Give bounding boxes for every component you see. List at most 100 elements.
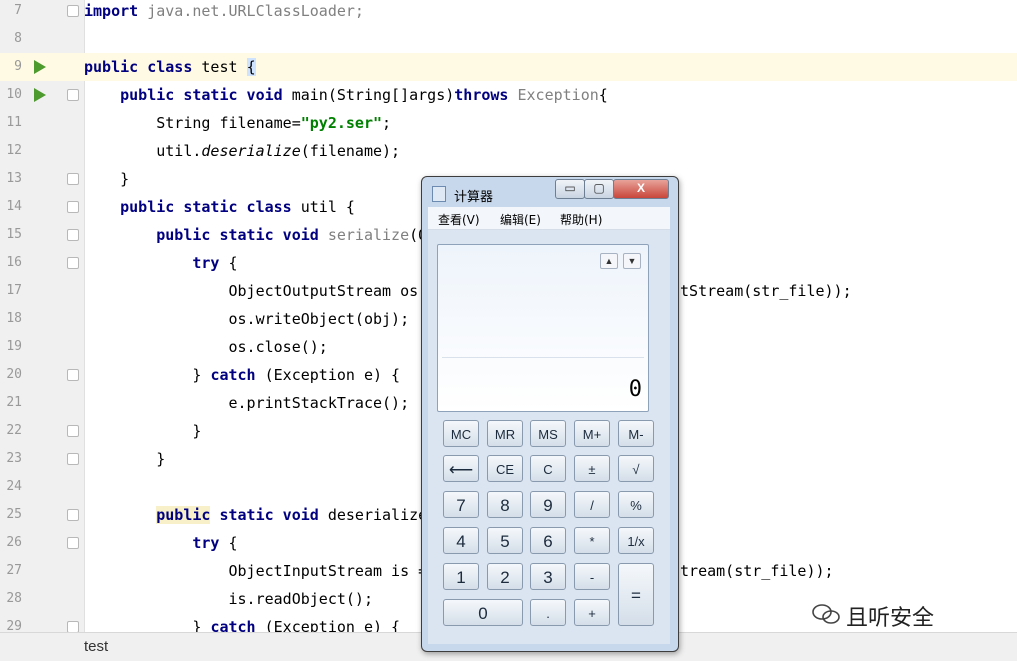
code-text: String filename="py2.ser"; [84,114,392,132]
line-number: 9 [14,59,22,74]
code-line[interactable]: 7 import java.net.URLClassLoader; [0,0,1017,25]
code-text: public static class util { [120,198,355,216]
key-plus-minus-button[interactable]: ± [574,455,610,482]
key-ce-button[interactable]: CE [487,455,523,482]
key-backspace-button[interactable]: ⟵ [443,455,479,482]
status-tab-label[interactable]: test [84,638,108,655]
key-plus-button[interactable]: + [574,599,610,626]
code-text: } [84,422,202,440]
watermark: 且听安全 [812,600,935,632]
code-text: public static void main(String[]args)thr… [120,86,608,104]
fold-icon[interactable] [67,509,79,521]
fold-icon[interactable] [67,453,79,465]
calculator-window[interactable]: 计算器 ▭ ▢ X 查看(V) 编辑(E) 帮助(H) ▲ ▼ 0 MC MR MS… [421,176,679,652]
code-text: os.writeObject(obj); [84,310,410,328]
key-6-button[interactable]: 6 [530,527,566,554]
line-number: 27 [6,563,22,578]
key-reciprocal-button[interactable]: 1/x [618,527,654,554]
line-number: 15 [6,227,22,242]
line-number: 7 [14,3,22,18]
key-0-button[interactable]: 0 [443,599,523,626]
code-line[interactable]: 10 public static void main(String[]args)… [0,81,1017,109]
close-button[interactable]: X [613,179,669,199]
key-7-button[interactable]: 7 [443,491,479,518]
code-text: util.deserialize(filename); [84,142,401,160]
watermark-text: 且听安全 [846,606,935,631]
code-text: import java.net.URLClassLoader; [84,2,364,20]
code-text: public static void deserialize [156,506,428,524]
code-line[interactable]: 12 util.deserialize(filename); [0,137,1017,165]
calculator-display: ▲ ▼ 0 [437,244,649,412]
key-divide-button[interactable]: / [574,491,610,518]
code-text: try { [192,534,238,552]
key-m-plus-button[interactable]: M+ [574,420,610,447]
line-number: 19 [6,339,22,354]
run-gutter-icon[interactable] [34,88,46,102]
key-m-minus-button[interactable]: M- [618,420,654,447]
fold-icon[interactable] [67,89,79,101]
line-number: 8 [14,31,22,46]
line-number: 14 [6,199,22,214]
minimize-button[interactable]: ▭ [555,179,585,199]
line-number: 22 [6,423,22,438]
code-line[interactable]: 8 [0,25,1017,53]
menu-bar: 查看(V) 编辑(E) 帮助(H) [428,207,670,230]
code-text: is.readObject(); [84,590,373,608]
key-equals-button[interactable]: = [618,563,654,626]
code-text: } [84,170,130,188]
fold-icon[interactable] [67,537,79,549]
code-line[interactable]: 11 String filename="py2.ser"; [0,109,1017,137]
line-number: 13 [6,171,22,186]
key-c-button[interactable]: C [530,455,566,482]
fold-icon[interactable] [67,369,79,381]
fold-icon[interactable] [67,257,79,269]
key-minus-button[interactable]: - [574,563,610,590]
fold-icon[interactable] [67,173,79,185]
history-down-icon[interactable]: ▼ [623,253,641,269]
menu-help[interactable]: 帮助(H) [560,211,602,228]
key-decimal-button[interactable]: . [530,599,566,626]
line-number: 12 [6,143,22,158]
run-gutter-icon[interactable] [34,60,46,74]
line-number: 10 [6,87,22,102]
key-ms-button[interactable]: MS [530,420,566,447]
line-number: 16 [6,255,22,270]
fold-icon[interactable] [67,425,79,437]
calculator-app-icon [432,186,446,202]
fold-icon[interactable] [67,201,79,213]
history-up-icon[interactable]: ▲ [600,253,618,269]
code-text: try { [192,254,238,272]
line-number: 11 [6,115,22,130]
key-multiply-button[interactable]: * [574,527,610,554]
fold-icon[interactable] [67,5,79,17]
wechat-icon [812,604,840,624]
menu-view[interactable]: 查看(V) [438,211,480,228]
maximize-button[interactable]: ▢ [584,179,614,199]
line-number: 25 [6,507,22,522]
line-number: 28 [6,591,22,606]
key-3-button[interactable]: 3 [530,563,566,590]
key-mr-button[interactable]: MR [487,420,523,447]
key-sqrt-button[interactable]: √ [618,455,654,482]
code-text: } catch (Exception e) { [84,366,401,384]
window-title: 计算器 [454,190,494,205]
menu-edit[interactable]: 编辑(E) [500,211,541,228]
line-number: 23 [6,451,22,466]
code-text: } [84,450,166,468]
code-line[interactable]: 9 public class test { [0,53,1017,81]
line-number: 17 [6,283,22,298]
line-number: 20 [6,367,22,382]
key-mc-button[interactable]: MC [443,420,479,447]
key-1-button[interactable]: 1 [443,563,479,590]
fold-icon[interactable] [67,229,79,241]
key-5-button[interactable]: 5 [487,527,523,554]
key-4-button[interactable]: 4 [443,527,479,554]
display-value: 0 [628,377,642,402]
key-9-button[interactable]: 9 [530,491,566,518]
key-percent-button[interactable]: % [618,491,654,518]
key-8-button[interactable]: 8 [487,491,523,518]
key-2-button[interactable]: 2 [487,563,523,590]
line-number: 21 [6,395,22,410]
code-text: public class test { [84,58,256,76]
line-number: 26 [6,535,22,550]
